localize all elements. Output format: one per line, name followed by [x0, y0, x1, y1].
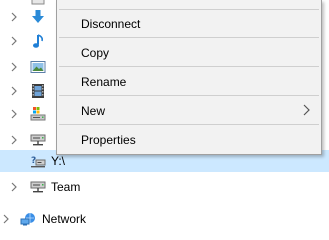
chevron-right-icon[interactable]: [8, 134, 20, 146]
chevron-right-icon[interactable]: [8, 11, 20, 23]
chevron-right-icon: [301, 104, 311, 116]
network-icon: [20, 211, 36, 227]
tree-item-team[interactable]: Team: [0, 176, 329, 198]
network-drive-icon: [30, 179, 46, 195]
network-drive-icon: [30, 132, 46, 148]
svg-text:?: ?: [31, 156, 36, 166]
network-label: Network: [42, 212, 87, 226]
chevron-right-icon[interactable]: [8, 108, 20, 120]
chevron-right-icon[interactable]: [8, 61, 20, 73]
menu-item-new[interactable]: New: [57, 96, 321, 124]
menu-item-label: Disconnect: [81, 17, 141, 31]
disconnected-drive-icon: ?: [30, 153, 46, 169]
menu-item-rename[interactable]: Rename: [57, 67, 321, 95]
menu-item-label: Properties: [81, 133, 136, 147]
pictures-icon: [30, 59, 46, 75]
menu-item-disconnect[interactable]: Disconnect: [57, 9, 321, 37]
chevron-right-icon[interactable]: [0, 213, 12, 225]
team-label: Team: [51, 180, 81, 194]
music-note-icon: [30, 33, 46, 49]
menu-item-properties[interactable]: Properties: [57, 125, 321, 153]
context-menu: Disconnect Copy Rename New Properties: [56, 0, 322, 155]
local-disk-icon: [30, 106, 46, 122]
tree-item-network[interactable]: Network: [0, 208, 329, 230]
video-film-icon: [30, 83, 46, 99]
drive-y-label: Y:\: [51, 154, 66, 168]
menu-item-label: Copy: [81, 46, 110, 60]
menu-item-copy[interactable]: Copy: [57, 38, 321, 66]
menu-item-label: New: [81, 104, 106, 118]
chevron-right-icon[interactable]: [8, 35, 20, 47]
chevron-right-icon[interactable]: [8, 181, 20, 193]
downloads-arrow-icon: [30, 9, 46, 25]
chevron-right-icon[interactable]: [8, 85, 20, 97]
menu-item-label: Rename: [81, 75, 127, 89]
